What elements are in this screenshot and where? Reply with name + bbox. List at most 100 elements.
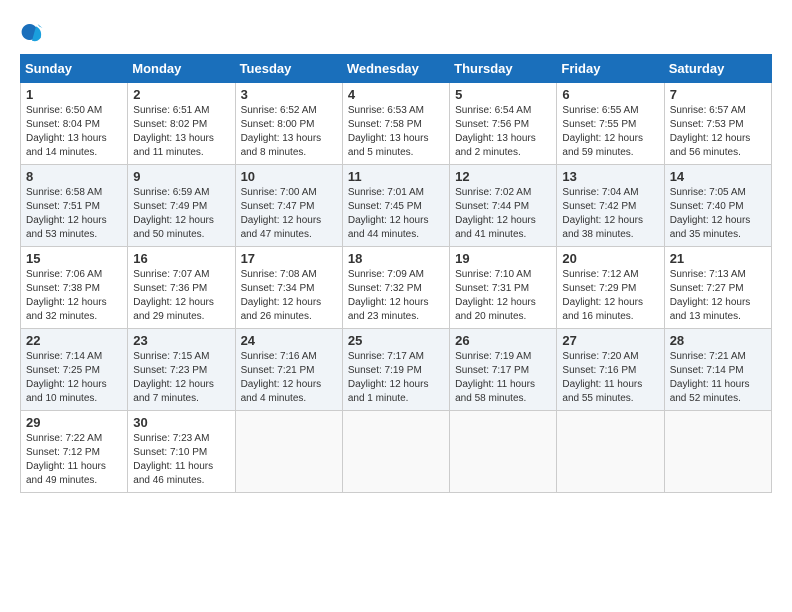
day-info: Sunrise: 6:54 AM Sunset: 7:56 PM Dayligh… (455, 104, 551, 160)
day-number: 14 (670, 169, 766, 184)
day-info: Sunrise: 7:07 AM Sunset: 7:36 PM Dayligh… (133, 268, 229, 324)
day-number: 22 (26, 333, 122, 348)
weekday-header-saturday: Saturday (664, 55, 771, 83)
day-cell (235, 411, 342, 493)
day-cell: 15 Sunrise: 7:06 AM Sunset: 7:38 PM Dayli… (21, 247, 128, 329)
day-number: 2 (133, 87, 229, 102)
calendar-table: SundayMondayTuesdayWednesdayThursdayFrid… (20, 54, 772, 493)
day-info: Sunrise: 7:06 AM Sunset: 7:38 PM Dayligh… (26, 268, 122, 324)
day-info: Sunrise: 6:50 AM Sunset: 8:04 PM Dayligh… (26, 104, 122, 160)
day-number: 16 (133, 251, 229, 266)
day-number: 28 (670, 333, 766, 348)
day-number: 23 (133, 333, 229, 348)
day-number: 26 (455, 333, 551, 348)
day-info: Sunrise: 6:59 AM Sunset: 7:49 PM Dayligh… (133, 186, 229, 242)
weekday-header-row: SundayMondayTuesdayWednesdayThursdayFrid… (21, 55, 772, 83)
day-number: 4 (348, 87, 444, 102)
day-cell: 12Sunrise: 7:02 AM Sunset: 7:44 PM Dayli… (450, 165, 557, 247)
day-number: 6 (562, 87, 658, 102)
day-number: 5 (455, 87, 551, 102)
day-info: Sunrise: 6:55 AM Sunset: 7:55 PM Dayligh… (562, 104, 658, 160)
day-cell: 1 Sunrise: 6:50 AM Sunset: 8:04 PM Daylig… (21, 83, 128, 165)
day-cell (664, 411, 771, 493)
day-number: 15 (26, 251, 122, 266)
day-info: Sunrise: 7:09 AM Sunset: 7:32 PM Dayligh… (348, 268, 444, 324)
weekday-header-friday: Friday (557, 55, 664, 83)
weekday-header-thursday: Thursday (450, 55, 557, 83)
day-cell (342, 411, 449, 493)
day-number: 17 (241, 251, 337, 266)
day-number: 19 (455, 251, 551, 266)
day-number: 24 (241, 333, 337, 348)
day-cell: 19Sunrise: 7:10 AM Sunset: 7:31 PM Dayli… (450, 247, 557, 329)
day-cell: 14 Sunrise: 7:05 AM Sunset: 7:40 PM Dayli… (664, 165, 771, 247)
day-info: Sunrise: 7:21 AM Sunset: 7:14 PM Dayligh… (670, 350, 766, 406)
day-number: 20 (562, 251, 658, 266)
weekday-header-tuesday: Tuesday (235, 55, 342, 83)
day-cell: 17 Sunrise: 7:08 AM Sunset: 7:34 PM Dayli… (235, 247, 342, 329)
logo (20, 20, 48, 44)
weekday-header-sunday: Sunday (21, 55, 128, 83)
day-info: Sunrise: 7:19 AM Sunset: 7:17 PM Dayligh… (455, 350, 551, 406)
day-cell: 11 Sunrise: 7:01 AM Sunset: 7:45 PM Dayli… (342, 165, 449, 247)
day-info: Sunrise: 7:22 AM Sunset: 7:12 PM Dayligh… (26, 432, 122, 488)
day-number: 9 (133, 169, 229, 184)
weekday-header-monday: Monday (128, 55, 235, 83)
day-info: Sunrise: 7:05 AM Sunset: 7:40 PM Dayligh… (670, 186, 766, 242)
day-number: 30 (133, 415, 229, 430)
week-row-5: 29 Sunrise: 7:22 AM Sunset: 7:12 PM Dayli… (21, 411, 772, 493)
day-number: 27 (562, 333, 658, 348)
day-info: Sunrise: 7:12 AM Sunset: 7:29 PM Dayligh… (562, 268, 658, 324)
day-cell: 8Sunrise: 6:58 AM Sunset: 7:51 PM Daylig… (21, 165, 128, 247)
day-number: 11 (348, 169, 444, 184)
day-info: Sunrise: 6:53 AM Sunset: 7:58 PM Dayligh… (348, 104, 444, 160)
logo-icon (20, 20, 44, 44)
day-number: 25 (348, 333, 444, 348)
day-number: 29 (26, 415, 122, 430)
day-number: 12 (455, 169, 551, 184)
day-number: 10 (241, 169, 337, 184)
day-cell: 26 Sunrise: 7:19 AM Sunset: 7:17 PM Dayli… (450, 329, 557, 411)
day-cell: 5 Sunrise: 6:54 AM Sunset: 7:56 PM Daylig… (450, 83, 557, 165)
day-number: 13 (562, 169, 658, 184)
day-cell: 16 Sunrise: 7:07 AM Sunset: 7:36 PM Dayli… (128, 247, 235, 329)
day-number: 3 (241, 87, 337, 102)
day-cell: 9 Sunrise: 6:59 AM Sunset: 7:49 PM Daylig… (128, 165, 235, 247)
day-cell: 24 Sunrise: 7:16 AM Sunset: 7:21 PM Dayli… (235, 329, 342, 411)
day-info: Sunrise: 7:13 AM Sunset: 7:27 PM Dayligh… (670, 268, 766, 324)
day-cell: 6 Sunrise: 6:55 AM Sunset: 7:55 PM Daylig… (557, 83, 664, 165)
day-info: Sunrise: 7:01 AM Sunset: 7:45 PM Dayligh… (348, 186, 444, 242)
day-info: Sunrise: 7:16 AM Sunset: 7:21 PM Dayligh… (241, 350, 337, 406)
day-cell: 23Sunrise: 7:15 AM Sunset: 7:23 PM Dayli… (128, 329, 235, 411)
day-info: Sunrise: 6:58 AM Sunset: 7:51 PM Dayligh… (26, 186, 122, 242)
day-info: Sunrise: 7:23 AM Sunset: 7:10 PM Dayligh… (133, 432, 229, 488)
day-cell: 10 Sunrise: 7:00 AM Sunset: 7:47 PM Dayli… (235, 165, 342, 247)
day-number: 21 (670, 251, 766, 266)
day-info: Sunrise: 6:57 AM Sunset: 7:53 PM Dayligh… (670, 104, 766, 160)
page-header (20, 20, 772, 44)
day-info: Sunrise: 7:08 AM Sunset: 7:34 PM Dayligh… (241, 268, 337, 324)
day-cell: 20 Sunrise: 7:12 AM Sunset: 7:29 PM Dayli… (557, 247, 664, 329)
day-cell (450, 411, 557, 493)
day-cell: 28 Sunrise: 7:21 AM Sunset: 7:14 PM Dayli… (664, 329, 771, 411)
week-row-1: 1 Sunrise: 6:50 AM Sunset: 8:04 PM Daylig… (21, 83, 772, 165)
weekday-header-wednesday: Wednesday (342, 55, 449, 83)
day-info: Sunrise: 6:52 AM Sunset: 8:00 PM Dayligh… (241, 104, 337, 160)
day-number: 7 (670, 87, 766, 102)
day-cell: 29 Sunrise: 7:22 AM Sunset: 7:12 PM Dayli… (21, 411, 128, 493)
week-row-4: 22 Sunrise: 7:14 AM Sunset: 7:25 PM Dayli… (21, 329, 772, 411)
day-info: Sunrise: 7:04 AM Sunset: 7:42 PM Dayligh… (562, 186, 658, 242)
day-cell: 3 Sunrise: 6:52 AM Sunset: 8:00 PM Daylig… (235, 83, 342, 165)
day-cell: 25 Sunrise: 7:17 AM Sunset: 7:19 PM Dayli… (342, 329, 449, 411)
day-number: 18 (348, 251, 444, 266)
week-row-3: 15 Sunrise: 7:06 AM Sunset: 7:38 PM Dayli… (21, 247, 772, 329)
day-cell: 27Sunrise: 7:20 AM Sunset: 7:16 PM Dayli… (557, 329, 664, 411)
week-row-2: 8Sunrise: 6:58 AM Sunset: 7:51 PM Daylig… (21, 165, 772, 247)
day-info: Sunrise: 7:14 AM Sunset: 7:25 PM Dayligh… (26, 350, 122, 406)
day-cell: 30 Sunrise: 7:23 AM Sunset: 7:10 PM Dayli… (128, 411, 235, 493)
day-cell: 13 Sunrise: 7:04 AM Sunset: 7:42 PM Dayli… (557, 165, 664, 247)
day-info: Sunrise: 7:17 AM Sunset: 7:19 PM Dayligh… (348, 350, 444, 406)
day-info: Sunrise: 7:00 AM Sunset: 7:47 PM Dayligh… (241, 186, 337, 242)
day-number: 1 (26, 87, 122, 102)
day-cell: 2Sunrise: 6:51 AM Sunset: 8:02 PM Daylig… (128, 83, 235, 165)
